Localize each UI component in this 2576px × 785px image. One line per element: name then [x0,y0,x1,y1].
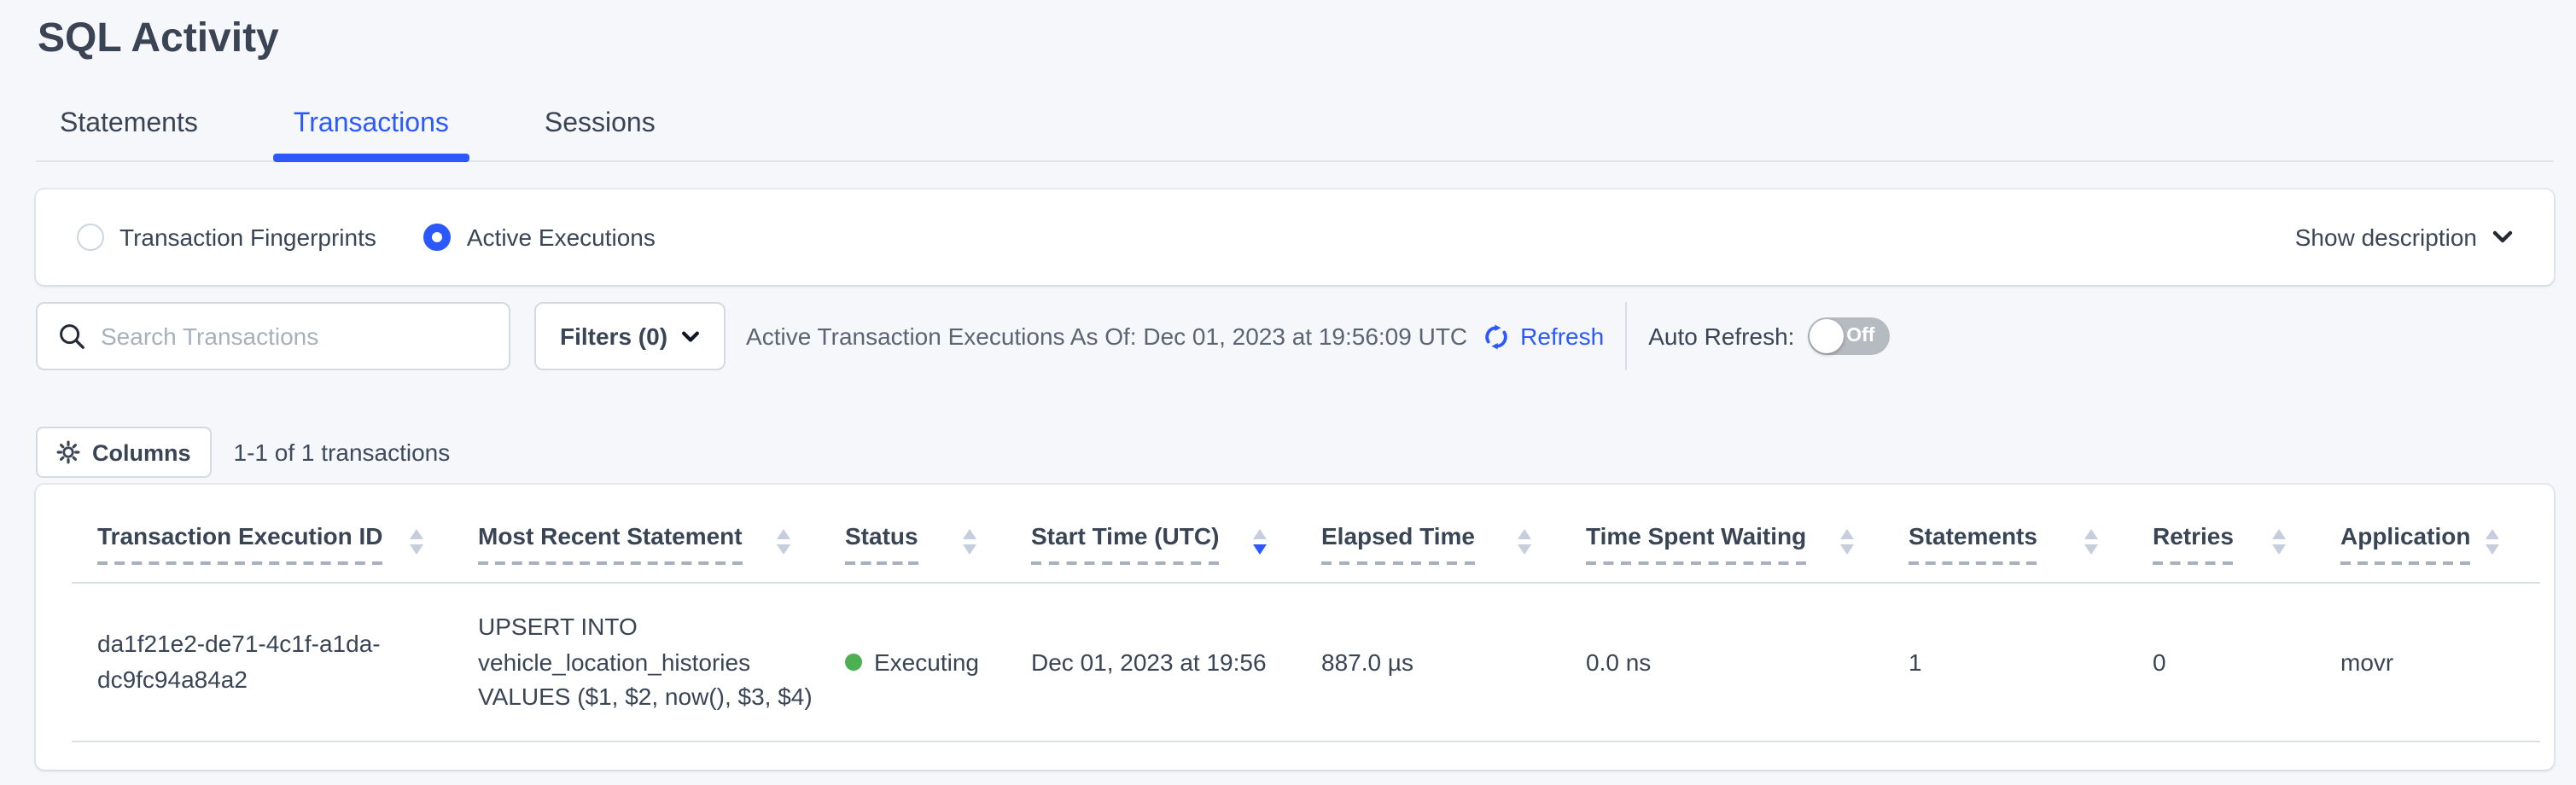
refresh-icon [1481,322,1510,351]
search-input[interactable] [101,323,492,350]
cell-statements: 1 [1909,648,2153,676]
vertical-divider [1624,302,1626,370]
sort-icon[interactable] [1840,529,1854,555]
column-header-transaction-execution-id[interactable]: Transaction Execution ID [97,522,478,582]
radio-unchecked-icon[interactable] [77,224,104,251]
chevron-down-icon [681,330,700,342]
sort-icon[interactable] [410,529,423,555]
cell-retries: 0 [2153,648,2340,676]
cell-transaction-execution-id[interactable]: da1f21e2-de71-4c1f-a1da-dc9fc94a84a2 [97,626,432,698]
radio-active-executions-label: Active Executions [467,224,656,251]
sort-icon[interactable] [2272,529,2286,555]
sql-activity-page: SQL Activity Statements Transactions Ses… [0,12,2576,785]
cell-elapsed-time: 887.0 µs [1321,648,1586,676]
cell-most-recent-statement: UPSERT INTO vehicle_location_histories V… [478,610,830,715]
cell-status: Executing [845,648,1031,676]
sort-icon[interactable] [2084,529,2098,555]
cell-time-spent-waiting: 0.0 ns [1586,648,1909,676]
show-description-toggle[interactable]: Show description [2295,224,2513,251]
controls-row: Filters (0) Active Transaction Execution… [36,302,2554,370]
radio-transaction-fingerprints[interactable]: Transaction Fingerprints [77,224,376,251]
result-count: 1-1 of 1 transactions [234,439,451,466]
refresh-link[interactable]: Refresh [1481,322,1604,351]
filters-button-label: Filters (0) [560,323,667,350]
sort-icon-active-desc[interactable] [1253,529,1267,555]
chevron-down-icon [2492,230,2513,244]
sort-icon[interactable] [777,529,790,555]
radio-checked-icon[interactable] [424,224,452,251]
sort-icon[interactable] [2486,529,2499,555]
column-header-elapsed-time[interactable]: Elapsed Time [1321,522,1586,582]
status-label: Executing [874,648,979,676]
table-header-row: Transaction Execution ID Most Recent Sta… [36,485,2554,582]
gear-icon [56,440,80,464]
column-header-application[interactable]: Application [2340,522,2526,582]
table-row[interactable]: da1f21e2-de71-4c1f-a1da-dc9fc94a84a2 UPS… [36,584,2554,741]
filters-button[interactable]: Filters (0) [534,302,726,370]
toggle-state-label: Off [1846,317,1874,355]
page-title: SQL Activity [38,12,2576,67]
transactions-table: Transaction Execution ID Most Recent Sta… [36,485,2554,770]
cell-start-time: Dec 01, 2023 at 19:56 [1031,648,1321,676]
tab-transactions[interactable]: Transactions [273,97,469,160]
columns-button-label: Columns [92,439,191,465]
search-icon [58,323,85,350]
refresh-label: Refresh [1520,323,1604,350]
auto-refresh-label: Auto Refresh: [1648,323,1794,350]
sort-icon[interactable] [963,529,976,555]
radio-transaction-fingerprints-label: Transaction Fingerprints [119,224,376,251]
tab-sessions[interactable]: Sessions [524,97,676,160]
tab-statements[interactable]: Statements [39,97,219,160]
as-of-timestamp: Active Transaction Executions As Of: Dec… [746,323,1467,350]
sort-icon[interactable] [1518,529,1531,555]
column-header-statements[interactable]: Statements [1909,522,2153,582]
column-header-start-time[interactable]: Start Time (UTC) [1031,522,1321,582]
status-executing-dot [845,654,862,671]
columns-button[interactable]: Columns [36,427,212,478]
auto-refresh-toggle[interactable]: Off [1808,317,1890,355]
tab-bar: Statements Transactions Sessions [36,97,2554,162]
column-header-time-spent-waiting[interactable]: Time Spent Waiting [1586,522,1909,582]
view-mode-card: Transaction Fingerprints Active Executio… [36,189,2554,285]
column-header-most-recent-statement[interactable]: Most Recent Statement [478,522,845,582]
table-toolbar: Columns 1-1 of 1 transactions [36,427,2554,478]
show-description-label: Show description [2295,224,2477,251]
radio-active-executions[interactable]: Active Executions [424,224,656,251]
search-box[interactable] [36,302,510,370]
cell-application: movr [2340,648,2526,676]
view-mode-radio-group: Transaction Fingerprints Active Executio… [77,224,656,251]
row-divider [72,741,2540,742]
column-header-retries[interactable]: Retries [2153,522,2340,582]
column-header-status[interactable]: Status [845,522,1031,582]
toggle-knob [1810,319,1844,353]
